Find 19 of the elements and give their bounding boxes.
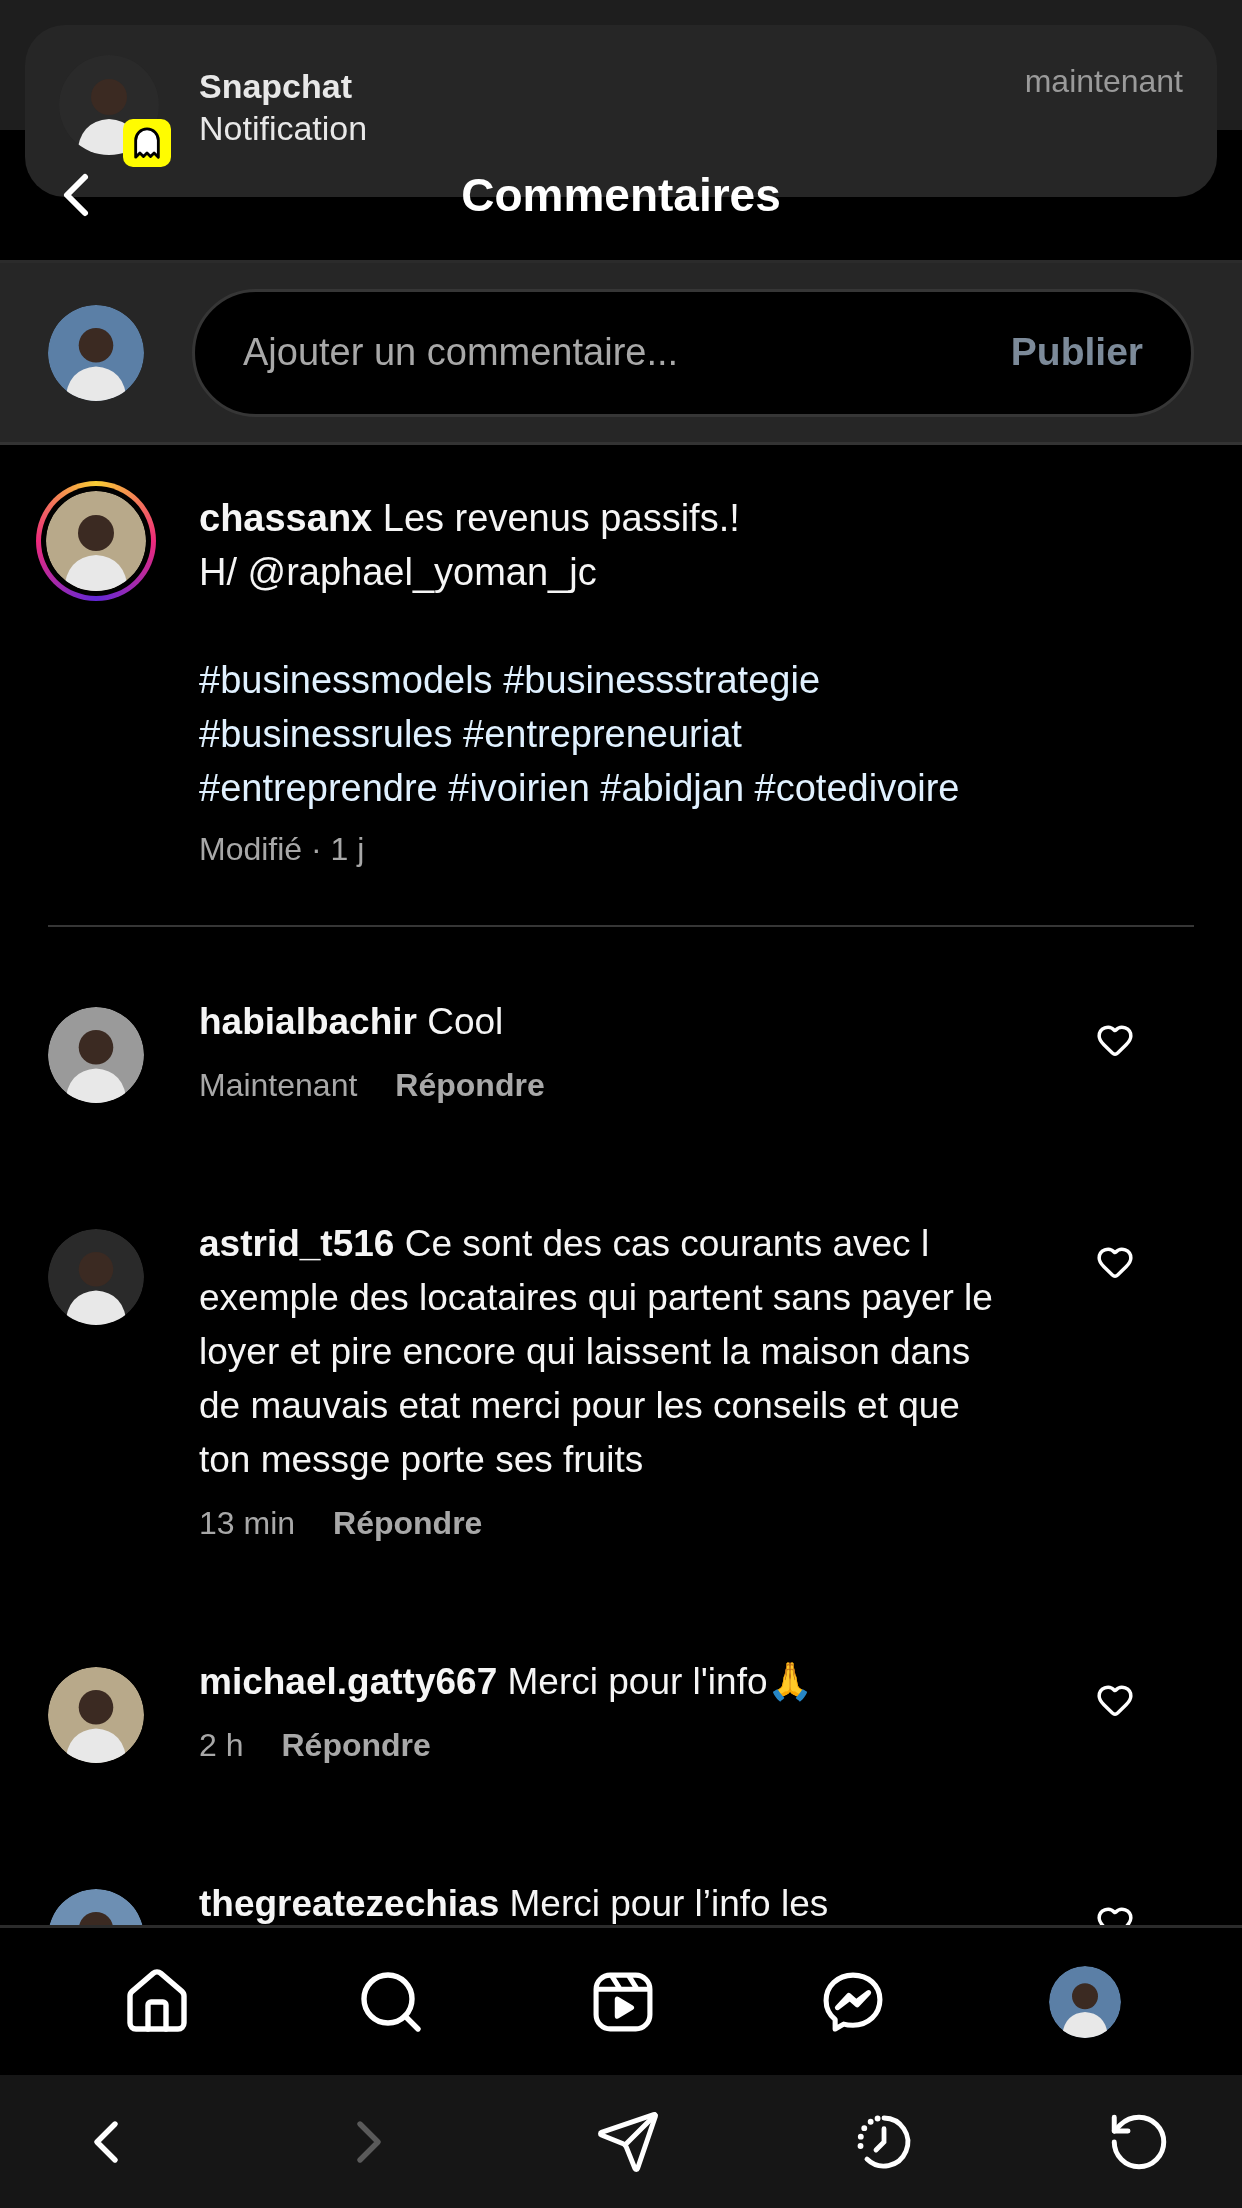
caption-text: chassanx Les revenus passifs.! H/ @raphael_yoman_jc #businessmodels #businessstrategie #businessrules #entrepreneuriat #entreprendre #ivoirien #abidjan #cotedivoire <box>199 496 960 811</box>
comment-field[interactable]: Ajouter un commentaire... Publier <box>192 288 1194 417</box>
notification-text: Notification <box>199 108 368 149</box>
comment-time: 2 h <box>199 1726 244 1765</box>
comment-time: 13 min <box>199 1504 296 1543</box>
comment-text: thegreatezechias Merci pour l’info les <box>199 1882 830 1925</box>
comment-text: michael.gatty667 Merci pour l'info🙏 <box>199 1660 815 1704</box>
comment-input[interactable]: Ajouter un commentaire... <box>243 324 1011 381</box>
notification-app: Snapchat <box>199 66 354 107</box>
comment-text: habialbachir Cool <box>199 1000 505 1044</box>
comment-text: astrid_t516 Ce sont des cas courants avec l exemple des locataires qui partent sans payer le loyer et pire encore qui laissent la maison dans de mauvais etat merci pour les conseils et que ton messge porte ses fruits <box>199 1222 994 1482</box>
reply-link[interactable]: Répondre <box>333 1499 483 1547</box>
comment-time: Maintenant <box>199 1066 358 1105</box>
publish-button[interactable]: Publier <box>1010 323 1143 382</box>
reply-link[interactable]: Répondre <box>281 1721 431 1769</box>
profile-tab[interactable] <box>1049 1965 1121 2038</box>
reply-link[interactable]: Répondre <box>395 1061 545 1109</box>
notification-time: maintenant <box>1024 62 1183 101</box>
caption-meta: Modifié · 1 j <box>199 830 366 869</box>
